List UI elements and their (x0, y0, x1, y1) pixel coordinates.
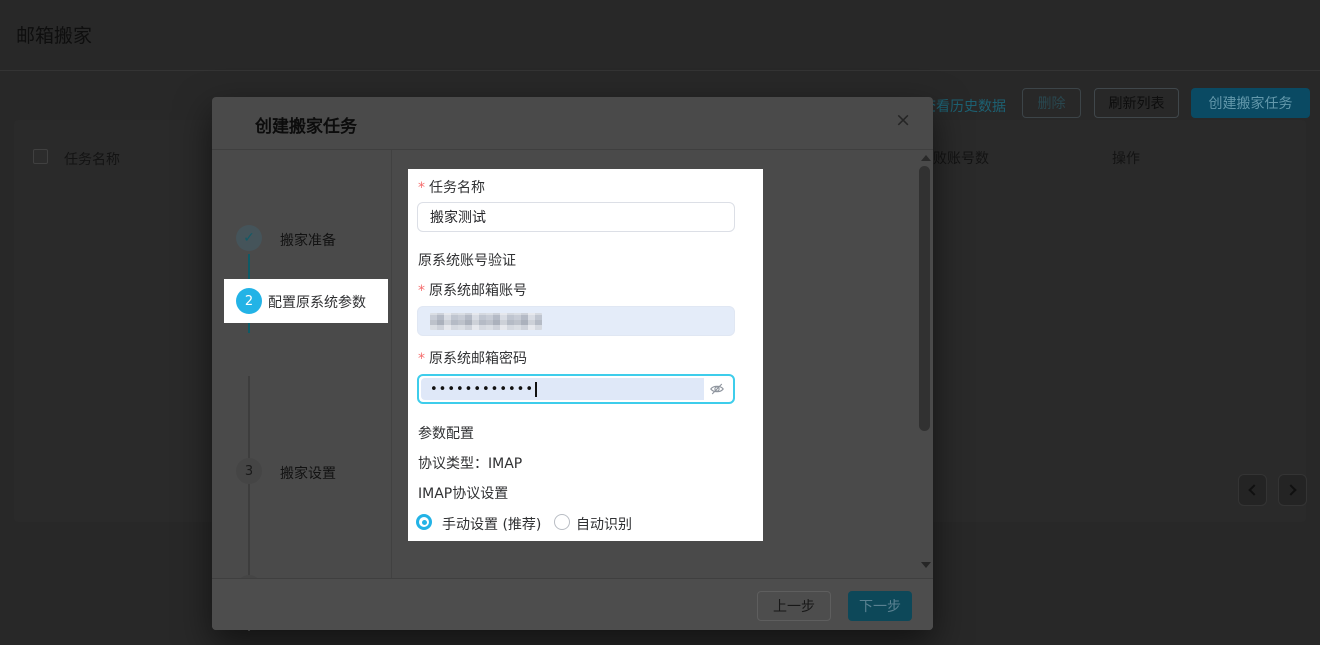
header-divider (0, 70, 1320, 71)
source-password-label-text: 原系统邮箱密码 (429, 351, 527, 367)
radio-manual-label[interactable]: 手动设置 (推荐) (442, 514, 541, 534)
source-account-label: *原系统邮箱账号 (418, 280, 527, 300)
step-connector (248, 484, 250, 575)
next-step-button[interactable]: 下一步 (848, 591, 912, 621)
source-account-input[interactable] (417, 306, 735, 336)
source-password-input[interactable]: •••••••••••• (417, 374, 735, 404)
step3-label: 搬家设置 (280, 463, 336, 483)
params-section-title: 参数配置 (418, 423, 474, 443)
refresh-list-button[interactable]: 刷新列表 (1094, 88, 1179, 118)
step3-circle: 3 (236, 458, 262, 484)
prev-step-button[interactable]: 上一步 (757, 591, 831, 621)
step-connector (248, 376, 250, 458)
modal-footer: 上一步 下一步 (212, 578, 933, 630)
form-highlight: *任务名称 搬家测试 原系统账号验证 *原系统邮箱账号 *原系统邮箱密码 •••… (408, 169, 763, 541)
select-all-checkbox[interactable] (33, 149, 48, 164)
required-mark: * (418, 351, 425, 367)
step1-check-icon: ✓ (236, 225, 262, 251)
scroll-up-icon[interactable] (921, 155, 931, 161)
task-name-label-text: 任务名称 (429, 180, 485, 196)
account-verify-section-title: 原系统账号验证 (418, 250, 516, 270)
scroll-down-icon[interactable] (921, 562, 931, 568)
step2-circle: 2 (236, 288, 262, 314)
radio-auto-detect[interactable] (554, 514, 570, 530)
scrollbar-thumb[interactable] (919, 166, 930, 431)
password-masked-value: •••••••••••• (430, 383, 534, 396)
pagination-prev-button[interactable] (1238, 474, 1267, 506)
pagination-next-button[interactable] (1278, 474, 1307, 506)
delete-button[interactable]: 删除 (1022, 88, 1081, 118)
modal-scrollbar (918, 150, 932, 578)
modal-header: 创建搬家任务 × (212, 97, 933, 150)
modal-title: 创建搬家任务 (255, 112, 357, 137)
required-mark: * (418, 180, 425, 196)
create-task-button[interactable]: 创建搬家任务 (1191, 88, 1310, 118)
task-name-input[interactable]: 搬家测试 (417, 202, 735, 232)
screen: 邮箱搬家 查看历史数据 删除 刷新列表 创建搬家任务 任务名称 失败账号数 操作… (0, 0, 1320, 645)
password-autofill-area: •••••••••••• (421, 378, 704, 400)
step2-label: 配置原系统参数 (268, 292, 366, 312)
radio-manual-setting[interactable] (416, 514, 432, 530)
chevron-left-icon (1248, 484, 1259, 495)
text-caret (535, 382, 537, 397)
source-account-label-text: 原系统邮箱账号 (429, 283, 527, 299)
censored-account-value (430, 313, 542, 330)
chevron-right-icon (1285, 484, 1296, 495)
eye-slash-icon[interactable] (709, 381, 725, 397)
active-step-highlight: 2 配置原系统参数 (224, 279, 388, 323)
task-name-label: *任务名称 (418, 177, 485, 197)
column-actions: 操作 (1112, 148, 1140, 168)
wizard-steps-panel: ✓ 搬家准备 3 搬家设置 4 添加搬家账号 (212, 150, 392, 578)
source-password-label: *原系统邮箱密码 (418, 348, 527, 368)
radio-auto-label[interactable]: 自动识别 (576, 514, 632, 534)
protocol-type-text: 协议类型：IMAP (418, 453, 522, 473)
step1-label: 搬家准备 (280, 230, 336, 250)
view-history-link[interactable]: 查看历史数据 (922, 96, 1006, 116)
imap-settings-label: IMAP协议设置 (418, 483, 508, 503)
column-task-name: 任务名称 (64, 149, 120, 169)
page-title: 邮箱搬家 (16, 21, 92, 48)
required-mark: * (418, 283, 425, 299)
close-icon[interactable]: × (895, 111, 911, 130)
